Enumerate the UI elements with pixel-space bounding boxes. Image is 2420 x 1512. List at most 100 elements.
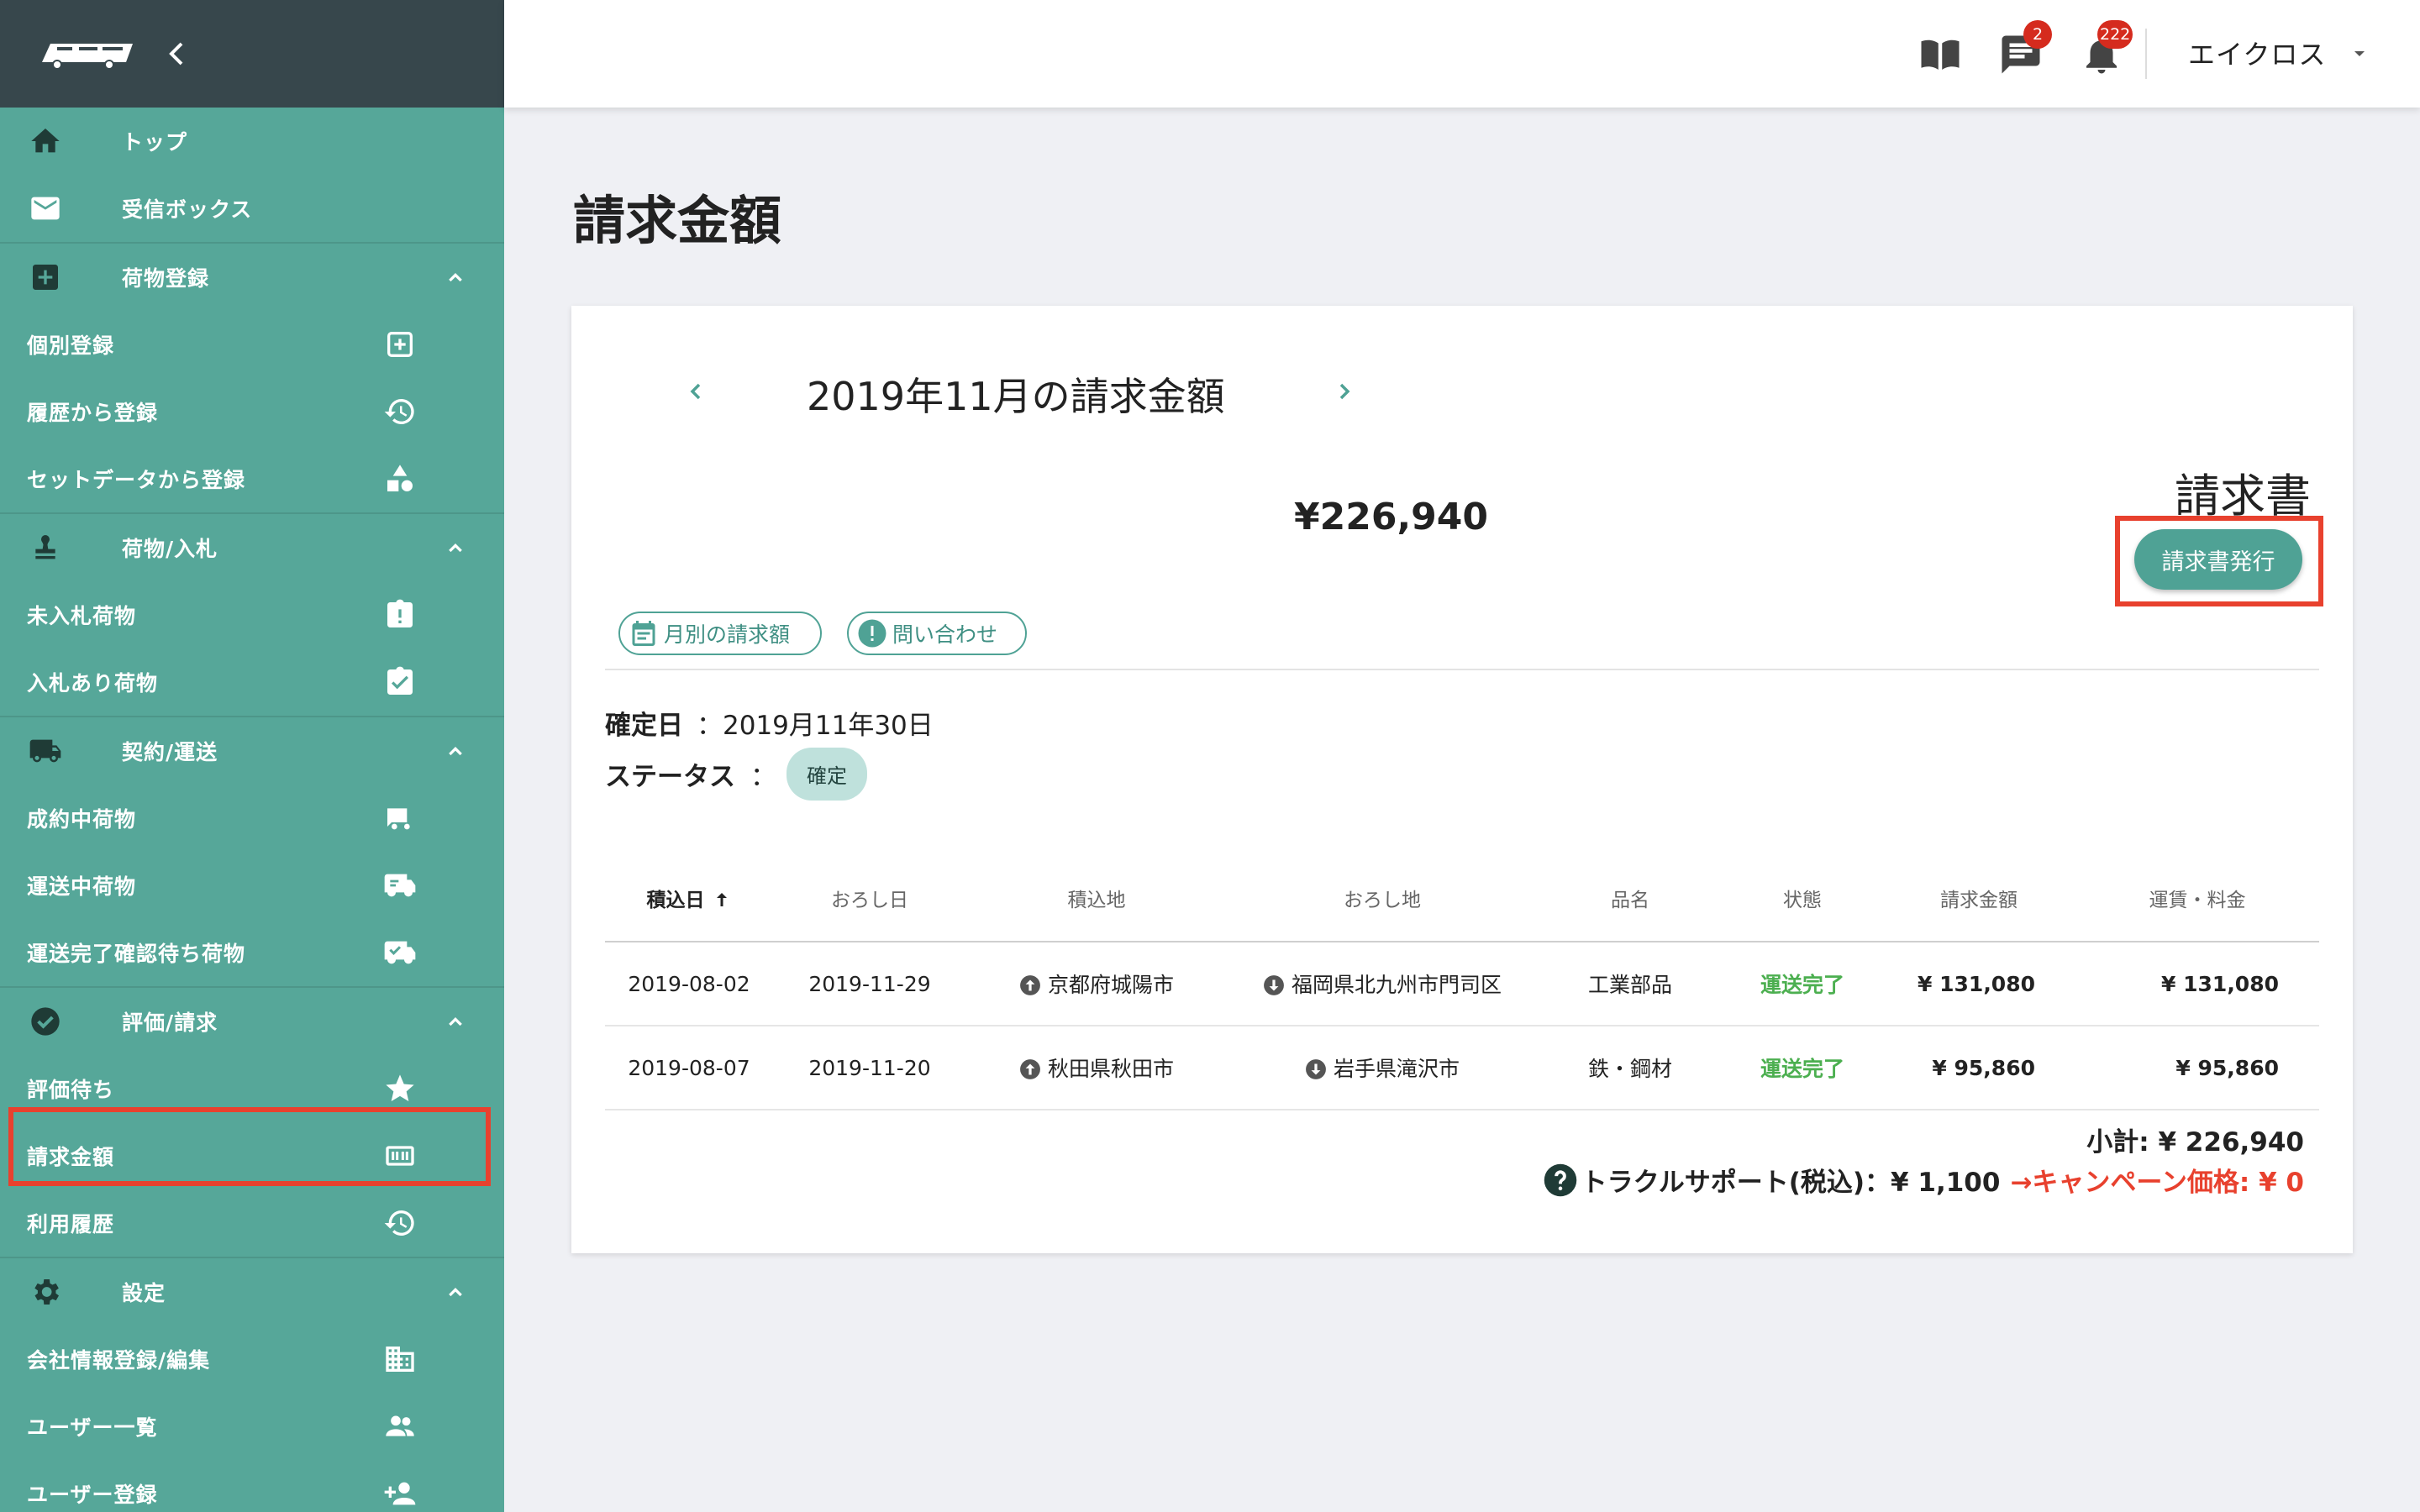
cell-load-place: 秋田県秋田市: [966, 1026, 1227, 1110]
check-circle-icon: [31, 1007, 60, 1036]
nav-item-label: 成約中荷物: [27, 807, 137, 832]
nav-item-top[interactable]: トップ: [0, 108, 504, 175]
nav-header-settings[interactable]: 設定: [0, 1258, 504, 1326]
nav-header-label: 荷物/入札: [122, 537, 218, 561]
truck-check-icon: [384, 941, 416, 964]
support-fee-row: トラクルサポート(税込)：¥ 1,100 →キャンペーン価格: ¥ 0: [1543, 1161, 2304, 1199]
chip-label: 問い合わせ: [892, 622, 998, 647]
chevron-up-icon[interactable]: [442, 264, 469, 291]
chevron-right-icon[interactable]: [1329, 373, 1360, 410]
nav-header-cargo-registration[interactable]: 荷物登録: [0, 244, 504, 311]
table-header-row: 積込日 おろし日 積込地 おろし地 品名 状態 請求金額 運賃・料金: [605, 855, 2319, 942]
nav-item-company-info[interactable]: 会社情報登録/編集: [0, 1326, 504, 1393]
table-row[interactable]: 2019-08-07 2019-11-20 秋田県秋田市 岩手県滝沢市 鉄・鋼材…: [605, 1026, 2319, 1110]
cell-fare: ¥ 95,860: [2075, 1026, 2319, 1110]
nav-item-label: 評価待ち: [27, 1078, 115, 1102]
billing-table: 積込日 おろし日 積込地 おろし地 品名 状態 請求金額 運賃・料金 2019-…: [605, 855, 2319, 1110]
unload-place-text: 岩手県滝沢市: [1333, 1057, 1460, 1081]
nav-header-cargo-bid[interactable]: 荷物/入札: [0, 514, 504, 581]
nav-item-label: 履歴から登録: [27, 401, 159, 425]
confirmed-date-label: 確定日: [605, 711, 683, 741]
stamp-icon: [35, 535, 55, 559]
nav-item-contracted-cargo[interactable]: 成約中荷物: [0, 785, 504, 852]
cell-load-date: 2019-08-07: [605, 1026, 773, 1110]
caret-down-icon[interactable]: [2349, 44, 2370, 64]
nav-item-usage-history[interactable]: 利用履歴: [0, 1189, 504, 1257]
history-icon: [384, 399, 414, 424]
load-place-text: 京都府城陽市: [1047, 973, 1174, 997]
nav-item-awaiting-evaluation[interactable]: 評価待ち: [0, 1055, 504, 1122]
mail-icon: [31, 197, 60, 220]
person-add-icon: [384, 1482, 416, 1505]
truck-logo-icon[interactable]: [39, 37, 136, 71]
truck-icon: [29, 739, 61, 763]
cell-billing-amount: ¥ 95,860: [1882, 1026, 2075, 1110]
nav-item-label: ユーザー一覧: [27, 1415, 158, 1440]
messages-badge: 2: [2023, 20, 2052, 49]
arrow-up-icon: [716, 893, 727, 906]
nav-item-user-registration[interactable]: ユーザー登録: [0, 1460, 504, 1512]
nav-header-contract-transport[interactable]: 契約/運送: [0, 717, 504, 785]
column-header[interactable]: おろし日: [773, 855, 966, 942]
unload-place-text: 福岡県北九州市門司区: [1291, 973, 1502, 997]
campaign-price: →キャンペーン価格: ¥ 0: [2010, 1168, 2304, 1198]
cell-unload-place: 福岡県北九州市門司区: [1227, 942, 1538, 1026]
nav-header-label: 評価/請求: [122, 1011, 218, 1035]
book-icon[interactable]: [1918, 32, 1963, 77]
nav-header-evaluation-billing[interactable]: 評価/請求: [0, 988, 504, 1055]
arrow-down-circle-icon: [1264, 975, 1284, 995]
column-header[interactable]: 状態: [1723, 855, 1882, 942]
nav-item-register-from-set[interactable]: セットデータから登録: [0, 445, 504, 512]
cell-status: 運送完了: [1723, 942, 1882, 1026]
status-row: ステータス ： 確定: [605, 748, 867, 801]
cell-item-name: 工業部品: [1538, 942, 1723, 1026]
chevron-left-icon[interactable]: [681, 373, 711, 410]
chevron-up-icon[interactable]: [442, 1278, 469, 1305]
issue-invoice-button[interactable]: 請求書発行: [2134, 529, 2302, 590]
chevron-up-icon[interactable]: [442, 1008, 469, 1035]
people-icon: [386, 1415, 414, 1436]
nav-item-label: 利用履歴: [27, 1212, 115, 1236]
table-row[interactable]: 2019-08-02 2019-11-29 京都府城陽市 福岡県北九州市門司区 …: [605, 942, 2319, 1026]
status-badge: 確定: [786, 748, 867, 801]
nav-item-user-list[interactable]: ユーザー一覧: [0, 1393, 504, 1460]
nav-item-inbox[interactable]: 受信ボックス: [0, 175, 504, 242]
invoice-icon: [386, 1146, 414, 1166]
top-app-bar: 2 222 エイクロス: [504, 0, 2420, 108]
column-header-label: 積込日: [646, 890, 705, 911]
add-square-icon: [387, 332, 413, 357]
nav-item-billing-amount[interactable]: 請求金額: [0, 1122, 504, 1189]
nav-item-bid-cargo[interactable]: 入札あり荷物: [0, 648, 504, 716]
user-name[interactable]: エイクロス: [2188, 34, 2326, 72]
column-header[interactable]: 積込地: [966, 855, 1227, 942]
nav-item-individual-registration[interactable]: 個別登録: [0, 311, 504, 378]
calendar-icon: [632, 621, 655, 646]
chevron-up-icon[interactable]: [442, 738, 469, 764]
nav-item-label: ユーザー登録: [27, 1483, 158, 1507]
inquiry-chip[interactable]: 問い合わせ: [847, 612, 1027, 655]
cell-load-date: 2019-08-02: [605, 942, 773, 1026]
column-header[interactable]: 品名: [1538, 855, 1723, 942]
nav-item-awaiting-completion-cargo[interactable]: 運送完了確認待ち荷物: [0, 919, 504, 986]
nav-item-register-from-history[interactable]: 履歴から登録: [0, 378, 504, 445]
billing-total: ¥226,940: [1294, 496, 1489, 538]
confirmed-date-value: ：2019月11年30日: [697, 711, 934, 741]
truck-delivery-icon: [384, 874, 416, 897]
column-header[interactable]: 請求金額: [1882, 855, 2075, 942]
monthly-billing-chip[interactable]: 月別の請求額: [618, 612, 822, 655]
cell-unload-place: 岩手県滝沢市: [1227, 1026, 1538, 1110]
chevron-up-icon[interactable]: [442, 534, 469, 561]
confirmed-date-row: 確定日 ：2019月11年30日: [605, 704, 934, 742]
column-header[interactable]: 運賃・料金: [2075, 855, 2319, 942]
alert-circle-icon: [858, 619, 886, 648]
collapse-sidebar-icon[interactable]: [161, 37, 192, 71]
cell-status: 運送完了: [1723, 1026, 1882, 1110]
sidebar: トップ 受信ボックス 荷物登録 個別登録 履歴から登録 セットデータから登録 荷…: [0, 0, 504, 1512]
cell-billing-amount: ¥ 131,080: [1882, 942, 2075, 1026]
column-header[interactable]: 積込日: [605, 855, 773, 942]
nav-item-unbid-cargo[interactable]: 未入札荷物: [0, 581, 504, 648]
help-circle-icon[interactable]: [1543, 1163, 1578, 1198]
nav-item-label: トップ: [122, 130, 188, 155]
nav-item-in-transit-cargo[interactable]: 運送中荷物: [0, 852, 504, 919]
column-header[interactable]: おろし地: [1227, 855, 1538, 942]
